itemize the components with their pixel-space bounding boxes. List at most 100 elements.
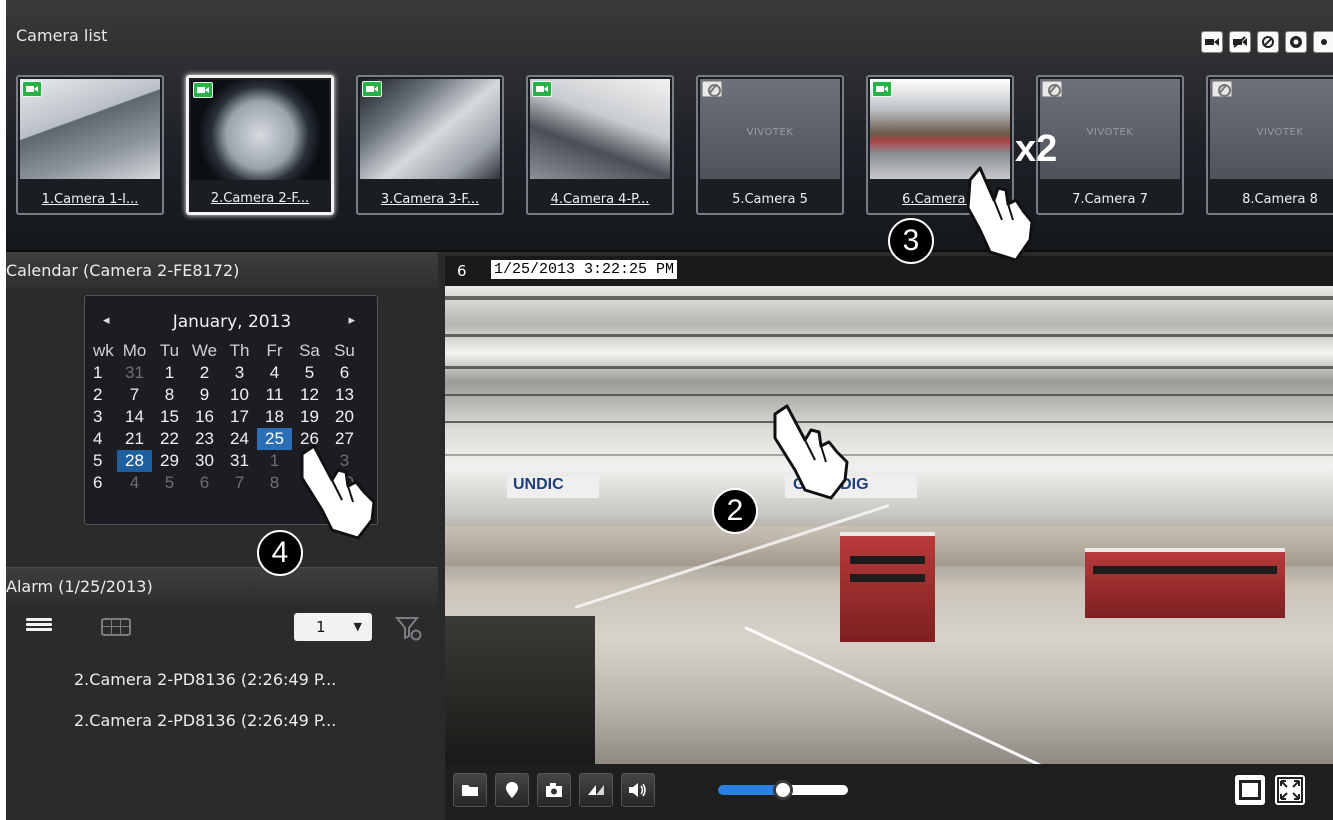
calendar-day[interactable]: 22	[152, 428, 187, 450]
camera-tile-1[interactable]: 1.Camera 1-I...	[16, 75, 164, 215]
calendar-day[interactable]: 3	[222, 362, 257, 384]
calendar-day[interactable]: 1	[257, 450, 292, 472]
camera-label[interactable]: 5.Camera 5	[698, 192, 842, 207]
folder-icon[interactable]	[453, 773, 487, 807]
video-title-bar: 6 1/25/2013 3:22:25 PM	[445, 256, 1333, 286]
camera-label[interactable]: 4.Camera 4-P...	[528, 192, 672, 207]
calendar-weekday-label: We	[191, 341, 218, 360]
camera-label[interactable]: 3.Camera 3-F...	[358, 192, 502, 207]
calendar-day[interactable]: 14	[117, 406, 152, 428]
calendar-day[interactable]: 13	[327, 384, 362, 406]
calendar-day[interactable]: 23	[187, 428, 222, 450]
camera-tile-8[interactable]: VIVOTEK 8.Camera 8	[1206, 75, 1333, 215]
calendar-day[interactable]: 31	[222, 450, 257, 472]
record-icon[interactable]	[1285, 31, 1307, 53]
hand-pointer-icon	[966, 166, 1034, 262]
calendar-weekday-label: Su	[334, 341, 355, 360]
alarm-panel: Alarm (1/25/2013) 1 ▼ 2.Camera 2-PD8136 …	[6, 567, 438, 820]
camera-list-panel: Camera list 1.Camera 1-I... 2.Camera 2-F…	[6, 0, 1333, 252]
more-icon[interactable]	[1313, 31, 1333, 53]
calendar-day-selected[interactable]: 25	[257, 428, 292, 450]
calendar-day[interactable]: 9	[187, 384, 222, 406]
calendar-day[interactable]: 28	[117, 450, 152, 472]
next-month-button[interactable]: ▸	[348, 313, 355, 328]
calendar-day[interactable]: 1	[152, 362, 187, 384]
camera-label[interactable]: 8.Camera 8	[1208, 192, 1333, 207]
alarm-list-item[interactable]: 2.Camera 2-PD8136 (2:26:49 P...	[74, 711, 336, 730]
camera-live-icon	[362, 81, 382, 97]
camera-disabled-icon[interactable]	[1229, 31, 1251, 53]
camera-label[interactable]: 7.Camera 7	[1038, 192, 1182, 207]
ptz-icon[interactable]	[579, 773, 613, 807]
calendar-week-number: 5	[93, 451, 103, 470]
calendar-weekday-label: Sa	[299, 341, 320, 360]
calendar-weekday-label: Th	[229, 341, 250, 360]
camera-live-icon	[532, 81, 552, 97]
calendar-day[interactable]: 8	[257, 472, 292, 494]
snapshot-icon[interactable]	[537, 773, 571, 807]
calendar-day[interactable]: 15	[152, 406, 187, 428]
page-select[interactable]: 1 ▼	[294, 613, 372, 641]
calendar-day[interactable]: 24	[222, 428, 257, 450]
calendar-day[interactable]: 8	[152, 384, 187, 406]
calendar-day[interactable]: 20	[327, 406, 362, 428]
speaker-icon[interactable]	[621, 773, 655, 807]
calendar-day[interactable]: 2	[187, 362, 222, 384]
calendar-day[interactable]: 17	[222, 406, 257, 428]
calendar-day[interactable]: 4	[117, 472, 152, 494]
calendar-day[interactable]: 11	[257, 384, 292, 406]
list-view-icon[interactable]	[26, 618, 52, 636]
camera-tile-3[interactable]: 3.Camera 3-F...	[356, 75, 504, 215]
calendar-day[interactable]: 30	[187, 450, 222, 472]
calendar-day[interactable]: 6	[327, 362, 362, 384]
camera-tile-4[interactable]: 4.Camera 4-P...	[526, 75, 674, 215]
video-timestamp: 1/25/2013 3:22:25 PM	[491, 260, 678, 279]
camera-disabled-icon	[1212, 81, 1232, 97]
calendar-week-number: 6	[93, 473, 103, 492]
camera-list-title: Camera list	[16, 26, 108, 45]
calendar-day[interactable]: 16	[187, 406, 222, 428]
camera-tile-5[interactable]: VIVOTEK 5.Camera 5	[696, 75, 844, 215]
calendar-week-number: 4	[93, 429, 103, 448]
hand-pointer-icon	[773, 404, 849, 500]
step-3-marker: 3	[888, 218, 934, 264]
camera-icon[interactable]	[1201, 31, 1223, 53]
calendar-week-row: 3 14 15 16 17 18 19 20	[91, 406, 362, 428]
filter-icon[interactable]	[394, 614, 422, 642]
app-window: Camera list 1.Camera 1-I... 2.Camera 2-F…	[0, 0, 1333, 820]
location-pin-icon[interactable]	[495, 773, 529, 807]
camera-label[interactable]: 1.Camera 1-I...	[18, 192, 162, 207]
calendar-month-row: ◂ January, 2013 ▸	[85, 312, 379, 334]
calendar-week-row: 2 7 8 9 10 11 12 13	[91, 384, 362, 406]
calendar-day[interactable]: 5	[292, 362, 327, 384]
station-banner: UNDIC	[507, 476, 599, 498]
camera-disabled-icon	[1042, 81, 1062, 97]
calendar-day[interactable]: 18	[257, 406, 292, 428]
calendar-day[interactable]: 7	[222, 472, 257, 494]
calendar-day[interactable]: 10	[222, 384, 257, 406]
calendar-day[interactable]: 12	[292, 384, 327, 406]
volume-slider[interactable]	[718, 780, 848, 800]
calendar-weekday-label: Fr	[266, 341, 283, 360]
alarm-list-item[interactable]: 2.Camera 2-PD8136 (2:26:49 P...	[74, 670, 336, 689]
no-signal-icon[interactable]	[1257, 31, 1279, 53]
camera-tile-7[interactable]: VIVOTEK 7.Camera 7	[1036, 75, 1184, 215]
camera-tile-2[interactable]: 2.Camera 2-F...	[186, 75, 334, 215]
fullscreen-icon[interactable]	[1275, 775, 1305, 805]
grid-view-icon[interactable]	[101, 618, 131, 636]
calendar-day[interactable]: 29	[152, 450, 187, 472]
calendar-day[interactable]: 21	[117, 428, 152, 450]
camera-label[interactable]: 2.Camera 2-F...	[189, 191, 331, 206]
fit-window-icon[interactable]	[1235, 775, 1265, 805]
calendar-day[interactable]: 7	[117, 384, 152, 406]
calendar-day[interactable]: 19	[292, 406, 327, 428]
camera-thumbnail-row: 1.Camera 1-I... 2.Camera 2-F... 3.Camera…	[16, 75, 1333, 215]
calendar-day[interactable]: 4	[257, 362, 292, 384]
volume-slider-thumb[interactable]	[773, 780, 793, 800]
live-video-frame[interactable]: UNDIC GRUNDIG	[445, 286, 1333, 764]
calendar-day[interactable]: 5	[152, 472, 187, 494]
camera-view-icons	[1201, 31, 1333, 53]
video-channel-number: 6	[457, 262, 467, 280]
calendar-day[interactable]: 31	[117, 362, 152, 384]
calendar-day[interactable]: 6	[187, 472, 222, 494]
